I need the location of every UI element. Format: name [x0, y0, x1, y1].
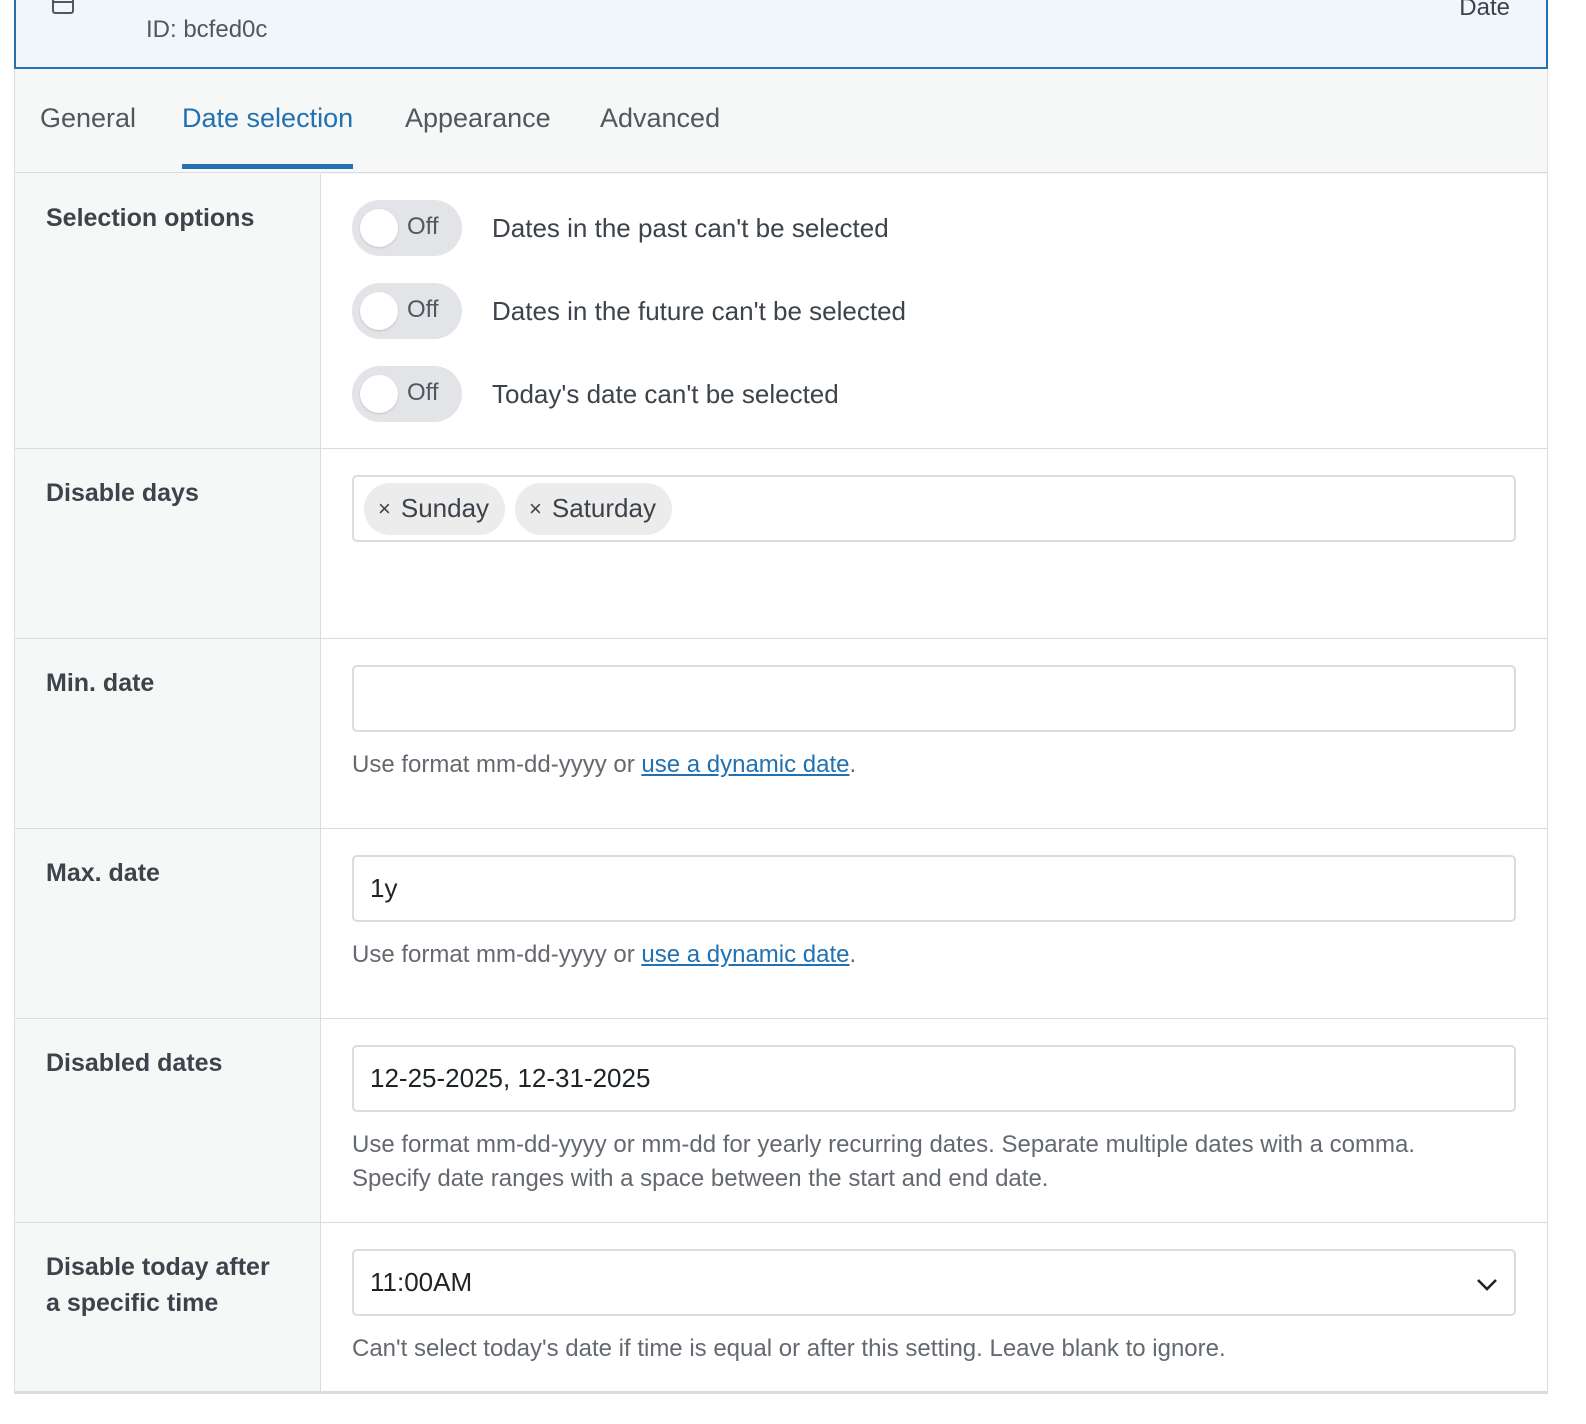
future-dates-toggle[interactable]: Off — [352, 283, 462, 339]
label-cell: Min. date — [15, 639, 321, 828]
min-date-row: Min. date Use format mm-dd-yyyy or use a… — [15, 639, 1547, 829]
chip-label: Saturday — [551, 493, 656, 523]
remove-chip-icon[interactable]: × — [378, 496, 391, 522]
help-line-2: Specify date ranges with a space between… — [352, 1165, 1049, 1192]
toggle-state: Off — [407, 213, 439, 240]
disabled-dates-help: Use format mm-dd-yyyy or mm-dd for yearl… — [352, 1128, 1415, 1196]
remove-chip-icon[interactable]: × — [529, 496, 542, 522]
toggle-knob — [360, 375, 398, 413]
disable-days-label: Disable days — [46, 479, 199, 507]
chip-sunday: × Sunday — [364, 482, 506, 535]
tab-general[interactable]: General — [40, 103, 136, 170]
dynamic-date-link[interactable]: use a dynamic date — [641, 751, 849, 778]
toggle-future-dates-row: Off Dates in the future can't be selecte… — [352, 283, 906, 339]
min-date-label: Min. date — [46, 669, 155, 697]
field-type-label: Date — [1459, 0, 1510, 21]
calendar-icon — [52, 0, 74, 14]
tab-date-selection[interactable]: Date selection — [182, 103, 354, 169]
today-toggle[interactable]: Off — [352, 366, 462, 422]
label-cell: Selection options — [15, 174, 321, 448]
min-date-help: Use format mm-dd-yyyy or use a dynamic d… — [352, 748, 856, 782]
disable-today-after-help: Can't select today's date if time is equ… — [352, 1335, 1226, 1362]
tab-advanced[interactable]: Advanced — [600, 103, 720, 170]
disabled-dates-label: Disabled dates — [46, 1049, 223, 1077]
label-cell: Disable days — [15, 449, 321, 638]
toggle-knob — [360, 209, 398, 247]
chevron-down-icon — [1477, 1279, 1497, 1291]
toggle-description: Dates in the past can't be selected — [492, 212, 889, 243]
toggle-today-row: Off Today's date can't be selected — [352, 366, 839, 422]
help-text: Use format mm-dd-yyyy or — [352, 941, 642, 968]
label-line-1: Disable today after — [46, 1253, 270, 1281]
label-cell: Disabled dates — [15, 1019, 321, 1222]
disable-days-multiselect[interactable]: × Sunday × Saturday — [352, 475, 1516, 542]
label-line-2: a specific time — [46, 1289, 219, 1317]
toggle-state: Off — [407, 379, 439, 406]
disable-today-after-row: Disable today after a specific time 11:0… — [15, 1223, 1547, 1391]
help-text: Use format mm-dd-yyyy or — [352, 751, 642, 778]
max-date-help: Use format mm-dd-yyyy or use a dynamic d… — [352, 938, 856, 972]
label-cell: Disable today after a specific time — [15, 1223, 321, 1391]
field-header[interactable]: ID: bcfed0c Date — [14, 0, 1548, 69]
toggle-past-dates-row: Off Dates in the past can't be selected — [352, 200, 889, 256]
toggle-description: Dates in the future can't be selected — [492, 295, 906, 326]
disabled-dates-row: Disabled dates 12-25-2025, 12-31-2025 Us… — [15, 1019, 1547, 1223]
settings-tabs: General Date selection Appearance Advanc… — [15, 69, 1547, 173]
field-id: ID: bcfed0c — [146, 16, 268, 43]
chip-saturday: × Saturday — [515, 482, 672, 535]
min-date-input[interactable] — [352, 665, 1516, 732]
toggle-state: Off — [407, 296, 439, 323]
selection-options-label: Selection options — [46, 204, 255, 232]
help-text-suffix: . — [849, 941, 857, 968]
past-dates-toggle[interactable]: Off — [352, 200, 462, 256]
label-cell: Max. date — [15, 829, 321, 1018]
time-select-value: 11:00AM — [370, 1267, 473, 1297]
selection-options-row: Selection options Off Dates in the past … — [15, 174, 1547, 449]
toggle-description: Today's date can't be selected — [492, 378, 839, 409]
disable-days-row: Disable days × Sunday × Saturday — [15, 449, 1547, 639]
max-date-input[interactable]: 1y — [352, 855, 1516, 922]
help-text-suffix: . — [849, 751, 857, 778]
disabled-dates-input[interactable]: 12-25-2025, 12-31-2025 — [352, 1045, 1516, 1112]
tab-appearance[interactable]: Appearance — [405, 103, 551, 170]
toggle-knob — [360, 292, 398, 330]
help-line-1: Use format mm-dd-yyyy or mm-dd for yearl… — [352, 1131, 1416, 1158]
max-date-label: Max. date — [46, 859, 160, 887]
dynamic-date-link[interactable]: use a dynamic date — [641, 941, 849, 968]
max-date-row: Max. date 1y Use format mm-dd-yyyy or us… — [15, 829, 1547, 1019]
disable-today-after-label: Disable today after a specific time — [46, 1249, 270, 1321]
time-select[interactable]: 11:00AM — [352, 1249, 1516, 1316]
chip-label: Sunday — [400, 493, 490, 523]
